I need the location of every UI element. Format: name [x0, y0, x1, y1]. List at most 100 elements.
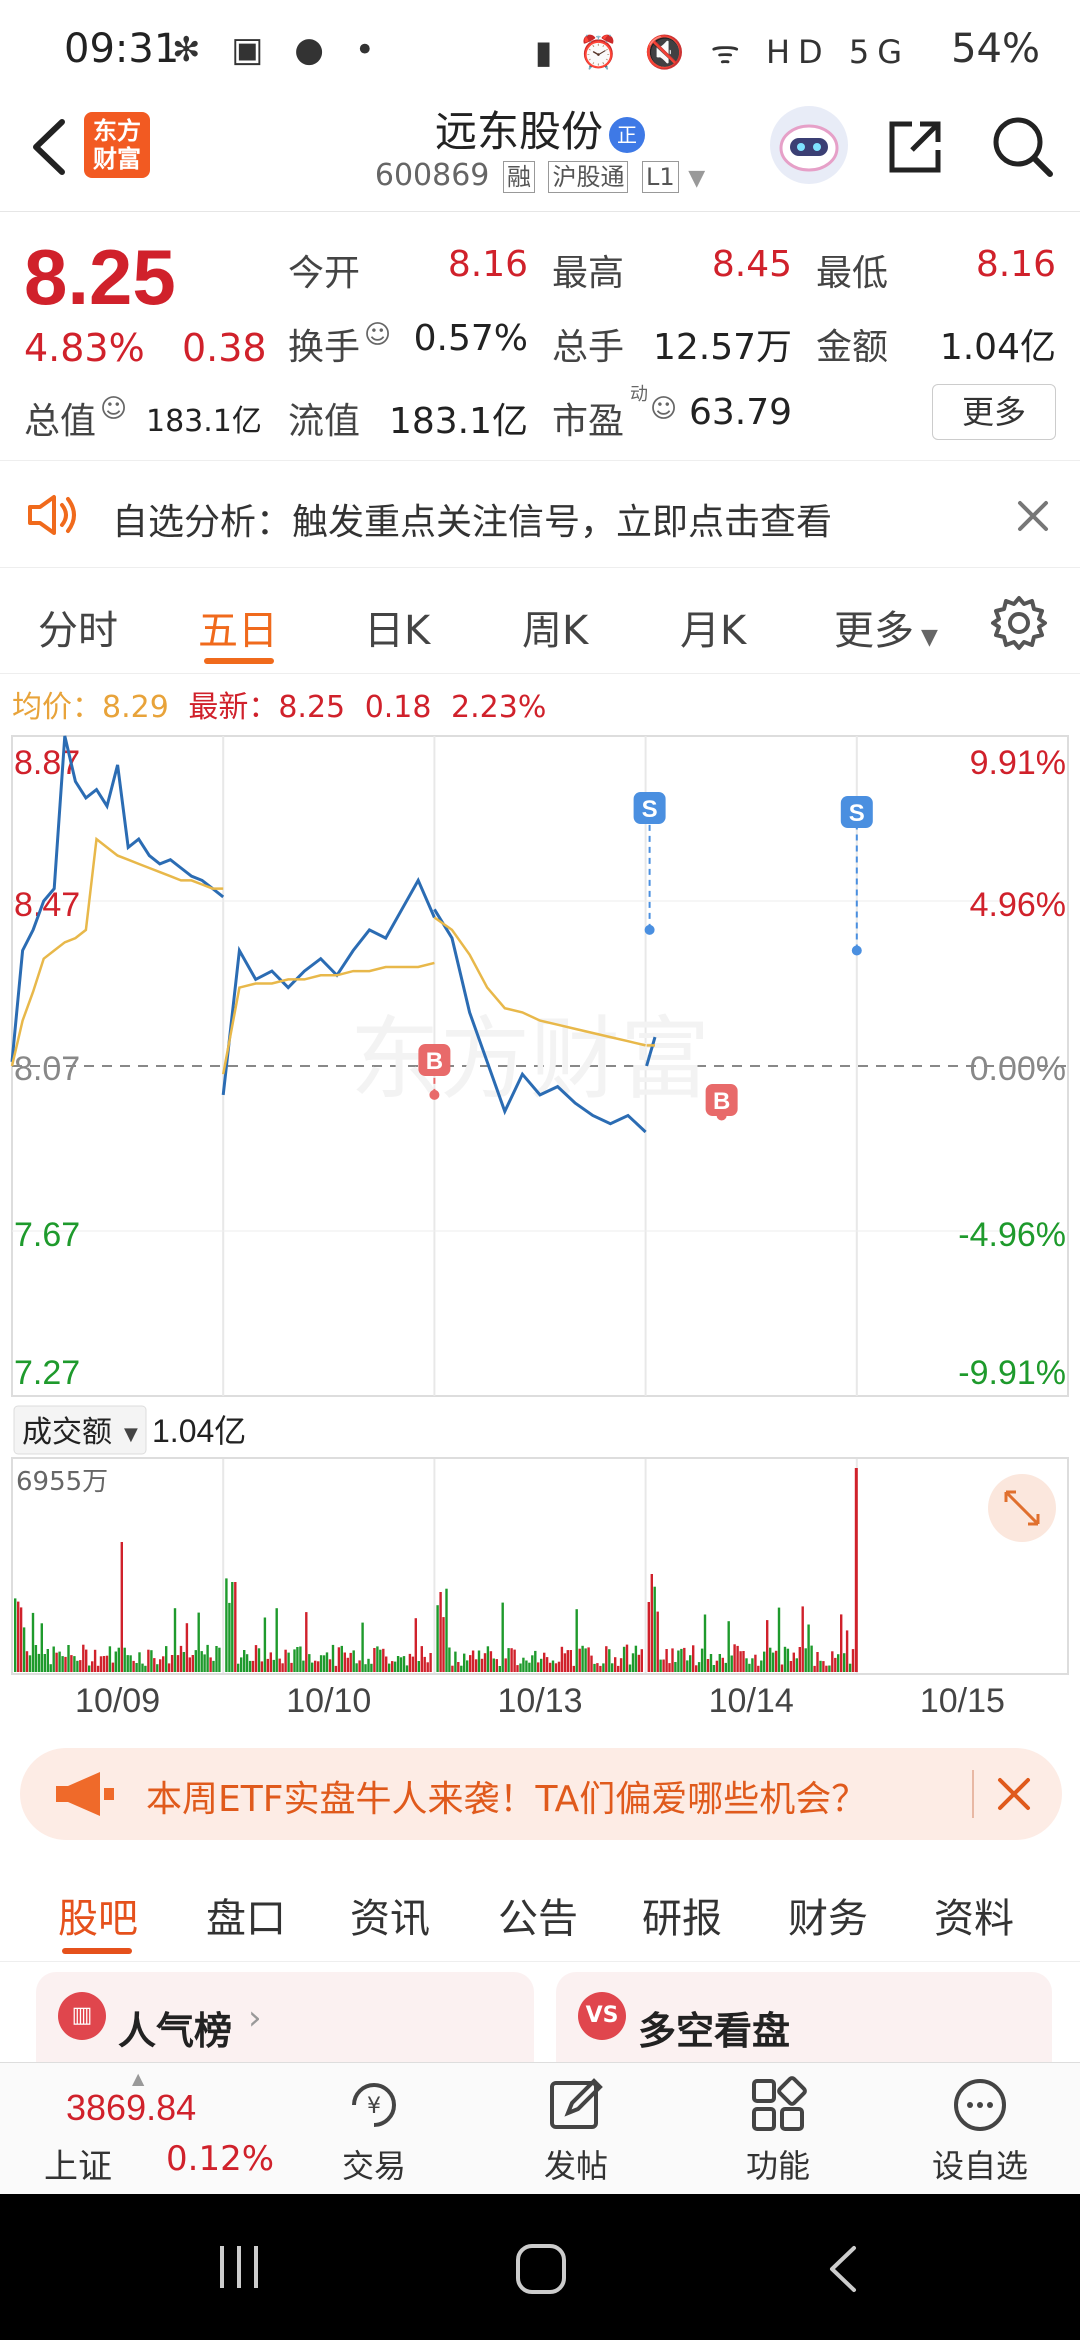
y-label-pct: -4.96% [958, 1216, 1066, 1254]
nav-trade[interactable]: 交易 [294, 2141, 454, 2187]
system-back-icon[interactable] [824, 2242, 864, 2296]
volume-bar [828, 1665, 831, 1672]
nav-add-watchlist[interactable]: 设自选 [900, 2141, 1060, 2187]
tab-monthly-k[interactable]: 月K [680, 598, 746, 656]
pe-label: 市盈 [552, 401, 625, 442]
volume-bar [519, 1663, 522, 1672]
search-icon[interactable] [988, 112, 1054, 178]
volume-bar [528, 1662, 531, 1672]
volume-bar [569, 1650, 572, 1672]
robot-avatar-icon[interactable] [770, 106, 848, 184]
volume-bar [498, 1666, 501, 1672]
volume-bar [581, 1645, 584, 1672]
tab-intraday[interactable]: 分时 [38, 598, 118, 656]
index-percent[interactable]: 0.12% [166, 2139, 274, 2179]
tab-weekly-k[interactable]: 周K [522, 598, 588, 656]
volume-bar [212, 1660, 215, 1672]
volume-bar [783, 1646, 787, 1672]
volume-bar [111, 1662, 115, 1672]
close-icon[interactable] [1016, 499, 1050, 533]
volume-bar [343, 1652, 346, 1672]
volume-bar [34, 1645, 38, 1672]
tab-news[interactable]: 资讯 [350, 1886, 430, 1944]
nav-post[interactable]: 发帖 [496, 2141, 656, 2187]
tab-forum[interactable]: 股吧 [58, 1886, 138, 1944]
nav-functions[interactable]: 功能 [698, 2141, 858, 2187]
volume-bar [763, 1651, 766, 1672]
volume-bar [489, 1651, 493, 1672]
post-icon[interactable] [546, 2075, 606, 2135]
volume-bar [179, 1645, 183, 1672]
x-axis-label: 10/15 [920, 1682, 1005, 1720]
index-name[interactable]: 上证 [44, 2139, 112, 2188]
alert-text: 自选分析：触发重点关注信号，立即点击查看 [112, 502, 833, 543]
close-icon[interactable] [996, 1776, 1032, 1812]
tab-financials[interactable]: 财务 [788, 1886, 868, 1944]
volume-bar [634, 1645, 638, 1672]
volume-bar [420, 1646, 423, 1672]
add-watchlist-icon[interactable] [950, 2075, 1010, 2135]
info-icon[interactable]: ☺ [364, 320, 391, 350]
index-value[interactable]: 3869.84 [66, 2087, 196, 2129]
tab-announcements[interactable]: 公告 [498, 1886, 578, 1944]
home-icon[interactable] [514, 2242, 568, 2296]
volume-bar [442, 1617, 445, 1672]
volume-bar [218, 1647, 221, 1672]
volume-bar [426, 1662, 429, 1672]
volume-bar [754, 1654, 757, 1672]
volume-bar [851, 1649, 855, 1672]
volume-bar [662, 1659, 665, 1672]
volume-bar [637, 1654, 641, 1672]
market-cap-value: 183.1亿 [146, 404, 262, 439]
volume-bar [73, 1656, 76, 1672]
buy-marker-label: B [713, 1088, 730, 1115]
tab-more[interactable]: 更多 ▼ [834, 598, 938, 656]
share-icon[interactable] [884, 116, 946, 178]
recents-icon[interactable] [214, 2242, 264, 2292]
volume-bar [774, 1650, 778, 1672]
volume-bar [840, 1614, 843, 1672]
volume-bar [225, 1578, 228, 1672]
volume-bar [554, 1663, 558, 1672]
volume-bar [379, 1649, 382, 1672]
info-icon[interactable]: ☺ [650, 394, 677, 424]
volume-bar [540, 1658, 543, 1672]
volume-bar [804, 1648, 807, 1672]
low-value: 8.16 [975, 244, 1056, 285]
info-icon[interactable]: ☺ [100, 394, 127, 424]
buy-point [429, 1089, 440, 1100]
high-label: 最高 [552, 253, 625, 294]
tab-five-day[interactable]: 五日 [198, 598, 278, 656]
five-day-chart[interactable]: 东方财富 8.87 8.47 8.07 7.67 7.27 9.91% 4.96… [0, 730, 1080, 1730]
tab-research[interactable]: 研报 [642, 1886, 722, 1944]
functions-icon[interactable] [748, 2075, 808, 2135]
bull-bear-card[interactable]: VS 多空看盘 [556, 1972, 1052, 2062]
volume-bar [686, 1660, 689, 1672]
popularity-card[interactable]: ▥ 人气榜 › [36, 1972, 534, 2062]
volume-bar [396, 1656, 400, 1672]
volume-bar [138, 1652, 141, 1672]
volume-bar [245, 1654, 249, 1672]
volume-bar [593, 1663, 596, 1672]
tab-daily-k[interactable]: 日K [364, 598, 430, 656]
analysis-alert[interactable]: 自选分析：触发重点关注信号，立即点击查看 [0, 460, 1080, 568]
stock-code: 600869 [374, 158, 490, 193]
volume-bar [439, 1592, 442, 1672]
tab-orderbook[interactable]: 盘口 [206, 1886, 286, 1944]
system-icons: ▮ ⏰ 🔇 ᯤ HD 5G [534, 33, 910, 71]
settings-gear-icon[interactable] [990, 594, 1048, 652]
volume-bar [730, 1655, 733, 1672]
volume-bar [575, 1609, 578, 1672]
volume-bar [287, 1652, 290, 1672]
volume-bar [748, 1663, 751, 1672]
volume-bar [486, 1646, 490, 1672]
volume-bar [296, 1647, 299, 1672]
volume-bar [144, 1665, 147, 1672]
promo-banner[interactable]: 本周ETF实盘牛人来袭！TA们偏爱哪些机会？ [20, 1748, 1062, 1840]
volume-bar [548, 1662, 552, 1672]
trade-icon[interactable]: ¥ [344, 2075, 404, 2135]
more-button[interactable]: 更多 [932, 384, 1056, 440]
volume-bar [188, 1657, 191, 1672]
tab-profile[interactable]: 资料 [934, 1886, 1014, 1944]
volume-bar [625, 1644, 629, 1672]
